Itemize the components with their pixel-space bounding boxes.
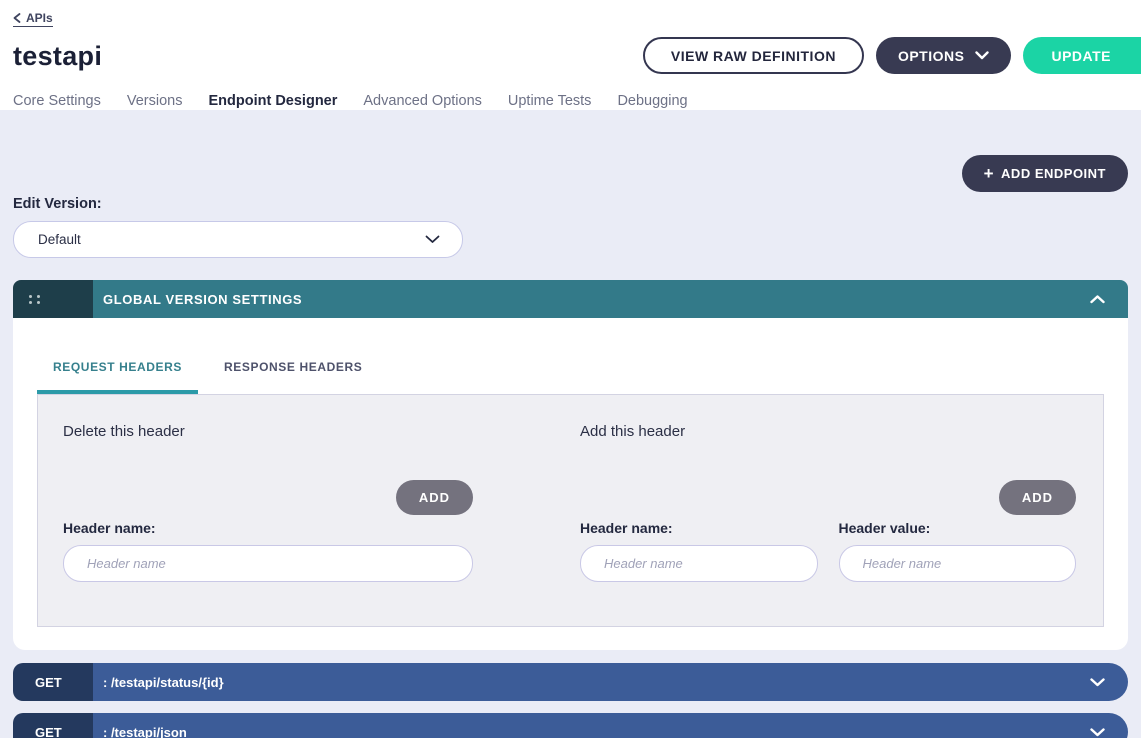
breadcrumb-label: APIs	[26, 11, 53, 25]
update-button[interactable]: UPDATE	[1023, 37, 1141, 74]
add-header-add-button[interactable]: ADD	[999, 480, 1076, 515]
view-raw-definition-button[interactable]: VIEW RAW DEFINITION	[643, 37, 864, 74]
chevron-down-icon	[425, 235, 440, 244]
chevron-up-icon[interactable]	[1090, 295, 1105, 304]
delete-header-name-input[interactable]	[63, 545, 473, 582]
tab-request-headers[interactable]: REQUEST HEADERS	[37, 360, 198, 394]
chevron-left-icon	[13, 13, 21, 23]
add-endpoint-button[interactable]: + ADD ENDPOINT	[962, 155, 1128, 192]
chevron-down-icon[interactable]	[1090, 728, 1105, 737]
header-actions: VIEW RAW DEFINITION OPTIONS UPDATE	[643, 37, 1141, 74]
add-header-title: Add this header	[580, 423, 1076, 440]
global-version-settings-body: REQUEST HEADERS RESPONSE HEADERS Delete …	[13, 318, 1128, 650]
endpoint-path: : /testapi/json	[103, 725, 187, 738]
breadcrumb-back-link[interactable]: APIs	[13, 11, 53, 27]
chevron-down-icon[interactable]	[1090, 678, 1105, 687]
drag-handle-dots-icon	[29, 295, 32, 298]
add-endpoint-label: ADD ENDPOINT	[1001, 166, 1106, 181]
endpoint-method-badge: GET	[13, 713, 93, 738]
header-value-label: Header value:	[839, 520, 1077, 536]
tab-response-headers[interactable]: RESPONSE HEADERS	[208, 360, 378, 394]
add-header-add-row: ADD	[580, 480, 1076, 515]
add-header-name-field: Header name:	[580, 520, 818, 582]
chevron-down-icon	[975, 51, 989, 60]
add-header-name-input[interactable]	[580, 545, 818, 582]
delete-header-column: Delete this header ADD Header name:	[63, 423, 473, 582]
drag-handle[interactable]	[13, 280, 93, 318]
endpoint-row[interactable]: GET : /testapi/json	[13, 713, 1128, 738]
plus-icon: +	[984, 165, 994, 182]
add-header-column: Add this header ADD Header name: Header …	[580, 423, 1076, 582]
version-select[interactable]: Default	[13, 221, 463, 258]
edit-version-label: Edit Version:	[13, 196, 1128, 212]
add-header-value-field: Header value:	[839, 520, 1077, 582]
add-header-fields: Header name: Header value:	[580, 520, 1076, 582]
delete-header-fields: Header name:	[63, 520, 473, 582]
version-select-value: Default	[38, 232, 81, 247]
options-button[interactable]: OPTIONS	[876, 37, 1012, 74]
endpoint-path: : /testapi/status/{id}	[103, 675, 224, 690]
endpoint-bar[interactable]: : /testapi/status/{id}	[93, 663, 1128, 701]
endpoint-designer-content: + ADD ENDPOINT Edit Version: Default GLO…	[0, 110, 1141, 738]
global-version-settings-bar[interactable]: GLOBAL VERSION SETTINGS	[93, 280, 1128, 318]
page-header: APIs testapi VIEW RAW DEFINITION OPTIONS…	[0, 0, 1141, 110]
endpoint-method-badge: GET	[13, 663, 93, 701]
endpoint-bar[interactable]: : /testapi/json	[93, 713, 1128, 738]
endpoint-row[interactable]: GET : /testapi/status/{id}	[13, 663, 1128, 701]
global-version-settings-header[interactable]: GLOBAL VERSION SETTINGS	[13, 280, 1128, 318]
delete-header-add-row: ADD	[63, 480, 473, 515]
delete-header-add-button[interactable]: ADD	[396, 480, 473, 515]
delete-header-title: Delete this header	[63, 423, 473, 440]
section-title: GLOBAL VERSION SETTINGS	[103, 292, 302, 307]
header-name-label: Header name:	[580, 520, 818, 536]
request-headers-panel: Delete this header ADD Header name: Add …	[37, 394, 1104, 627]
add-endpoint-row: + ADD ENDPOINT	[13, 155, 1128, 192]
global-version-settings-section: GLOBAL VERSION SETTINGS REQUEST HEADERS …	[13, 280, 1128, 650]
delete-header-name-field: Header name:	[63, 520, 473, 582]
options-button-label: OPTIONS	[898, 48, 965, 64]
header-name-label: Header name:	[63, 520, 473, 536]
headers-tabs: REQUEST HEADERS RESPONSE HEADERS	[37, 360, 1104, 394]
add-header-value-input[interactable]	[839, 545, 1077, 582]
